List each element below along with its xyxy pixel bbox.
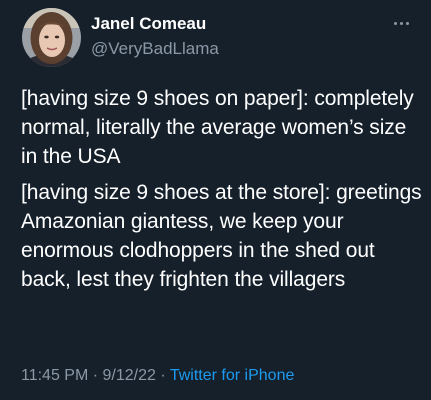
tweet-text-part2: [having size 9 shoes at the store]: gree… xyxy=(21,181,422,291)
tweet-text: [having size 9 shoes on paper]: complete… xyxy=(21,84,426,294)
tweet-meta: 11:45 PM · 9/12/22 · Twitter for iPhone xyxy=(21,367,294,385)
more-horizontal-icon[interactable] xyxy=(386,14,416,32)
more-dot xyxy=(393,21,397,25)
more-dot xyxy=(399,21,403,25)
tweet-source-link[interactable]: Twitter for iPhone xyxy=(170,367,295,384)
avatar-image xyxy=(22,8,81,67)
author-handle[interactable]: @VeryBadLlama xyxy=(91,39,219,59)
meta-separator: · xyxy=(160,367,166,384)
more-dot xyxy=(405,21,409,25)
avatar[interactable] xyxy=(22,8,81,67)
tweet-date[interactable]: 9/12/22 xyxy=(103,367,156,384)
tweet-card: Janel Comeau @VeryBadLlama [having size … xyxy=(0,0,431,400)
tweet-time[interactable]: 11:45 PM xyxy=(21,367,88,384)
tweet-text-part1: [having size 9 shoes on paper]: complete… xyxy=(21,87,414,168)
meta-separator: · xyxy=(92,367,99,384)
author-display-name[interactable]: Janel Comeau xyxy=(91,14,206,34)
